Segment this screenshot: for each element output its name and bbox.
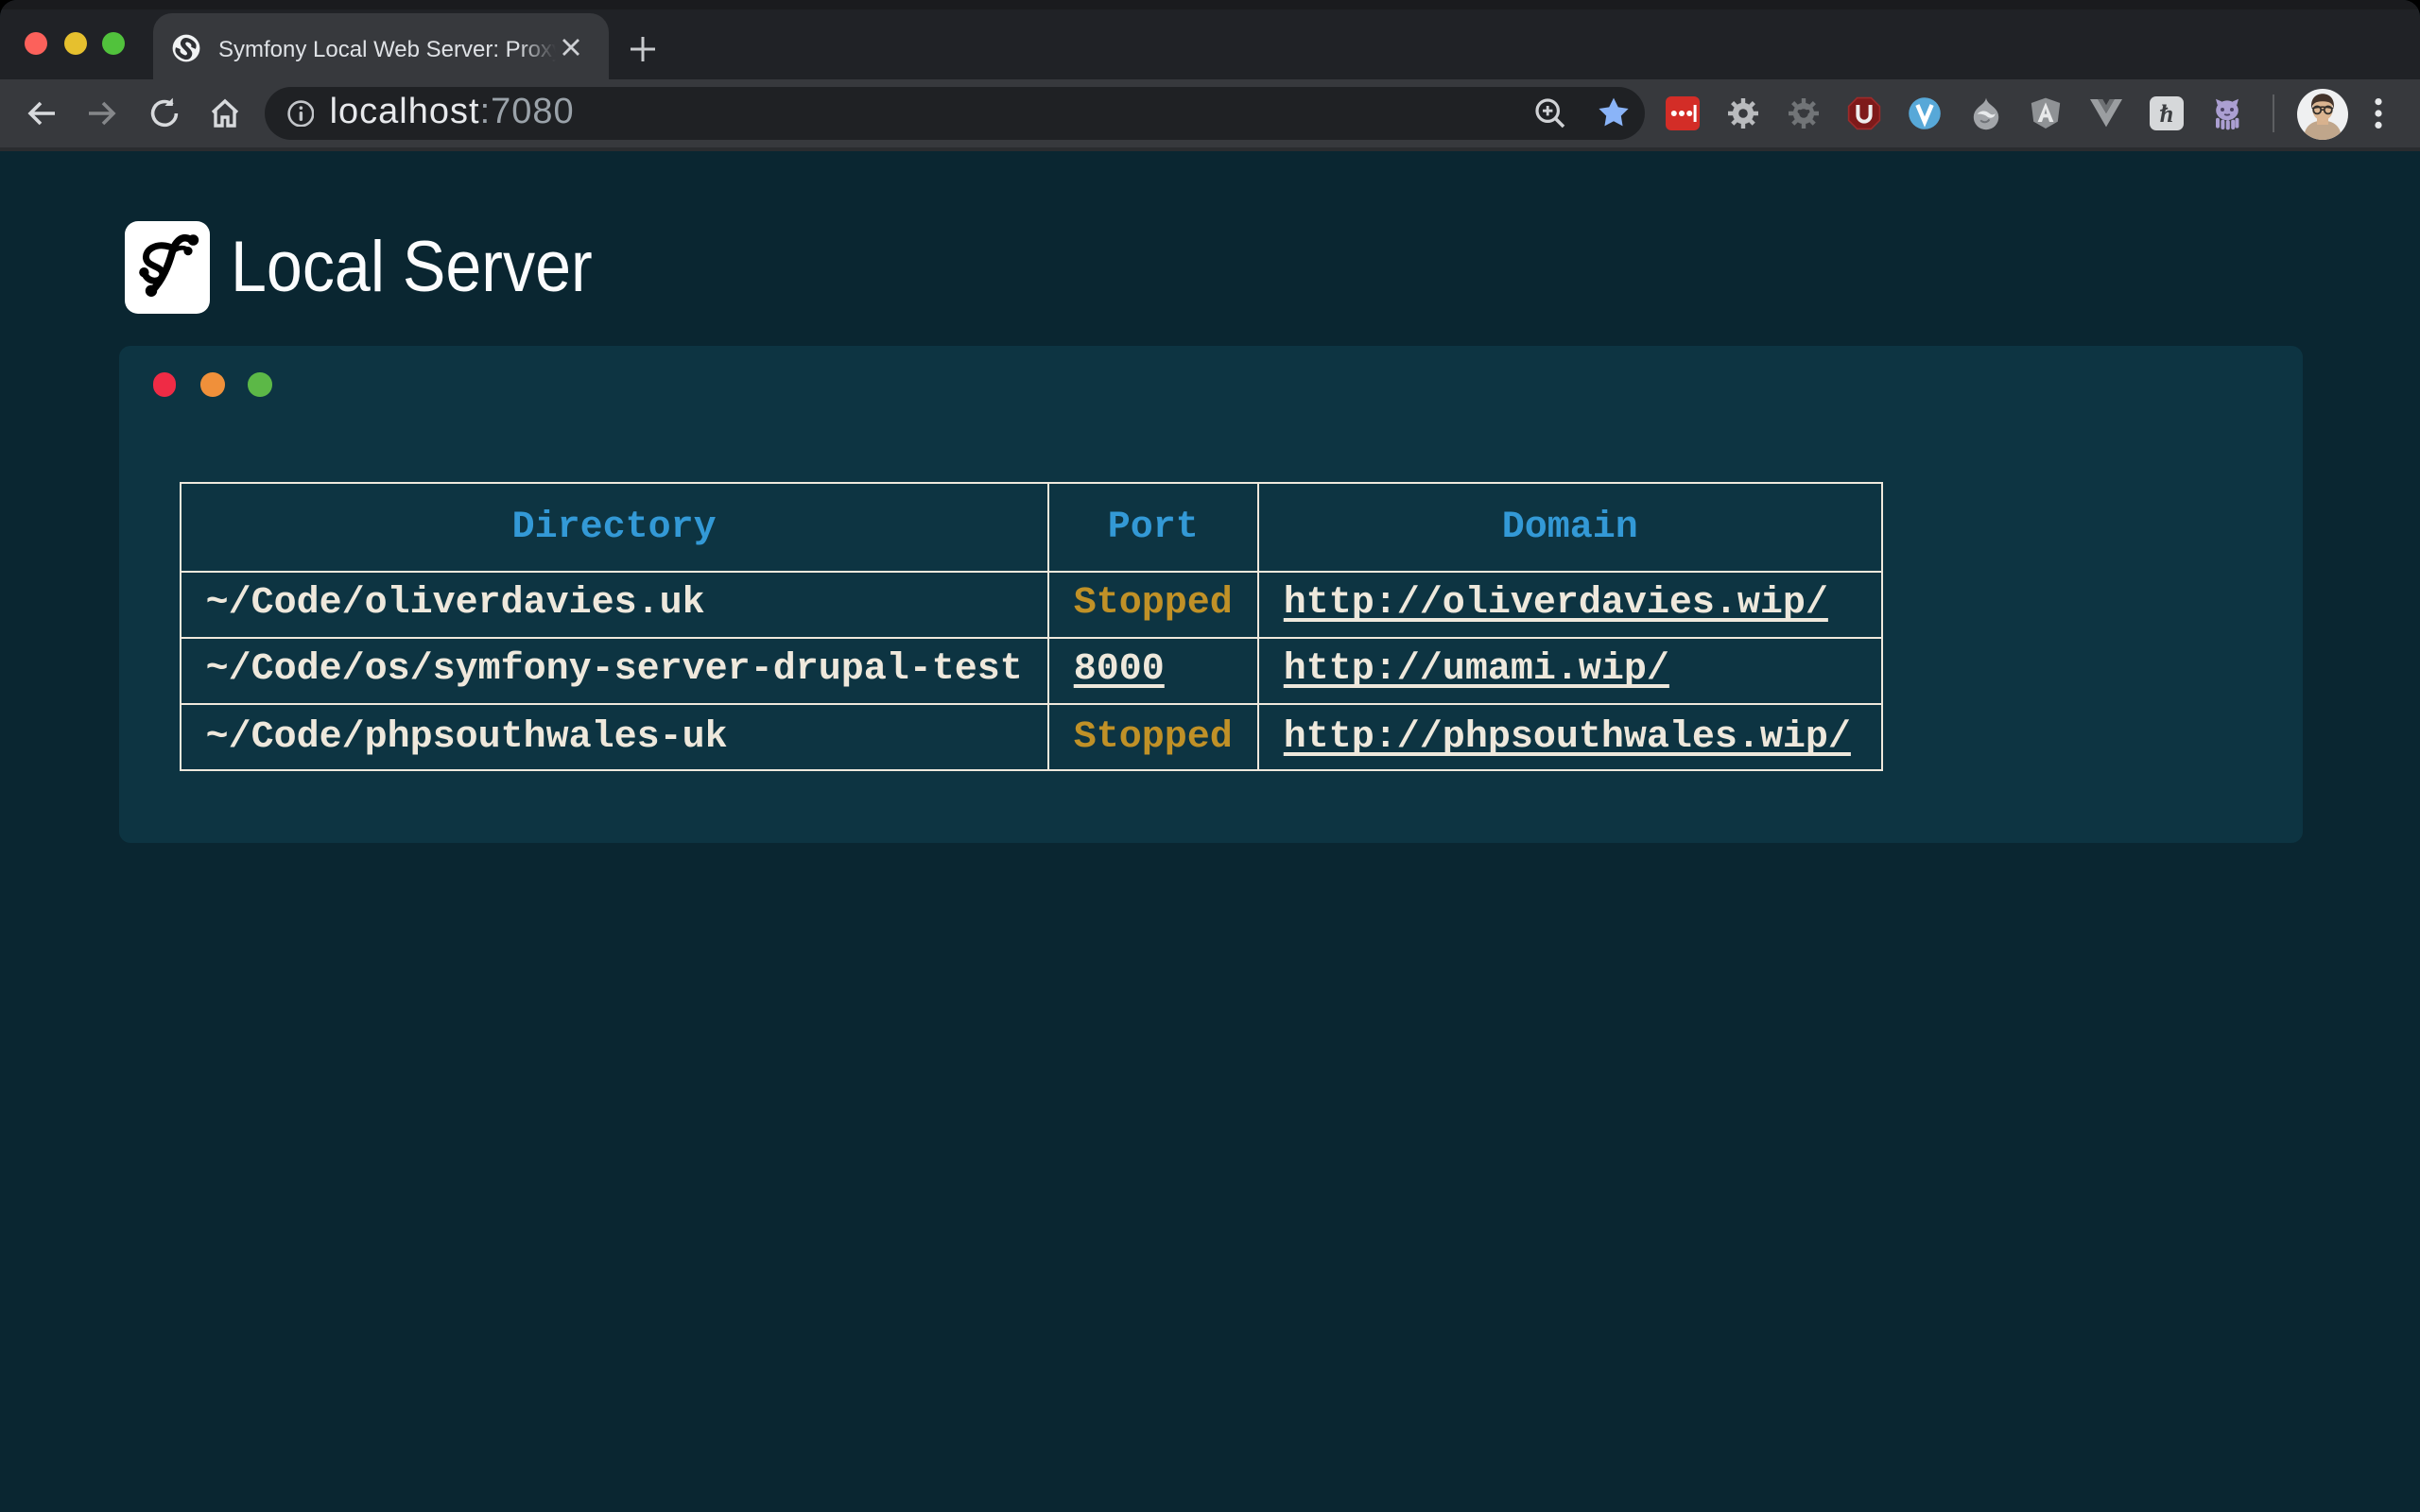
svg-text:h: h — [2160, 100, 2173, 128]
svg-text:S: S — [171, 33, 199, 61]
